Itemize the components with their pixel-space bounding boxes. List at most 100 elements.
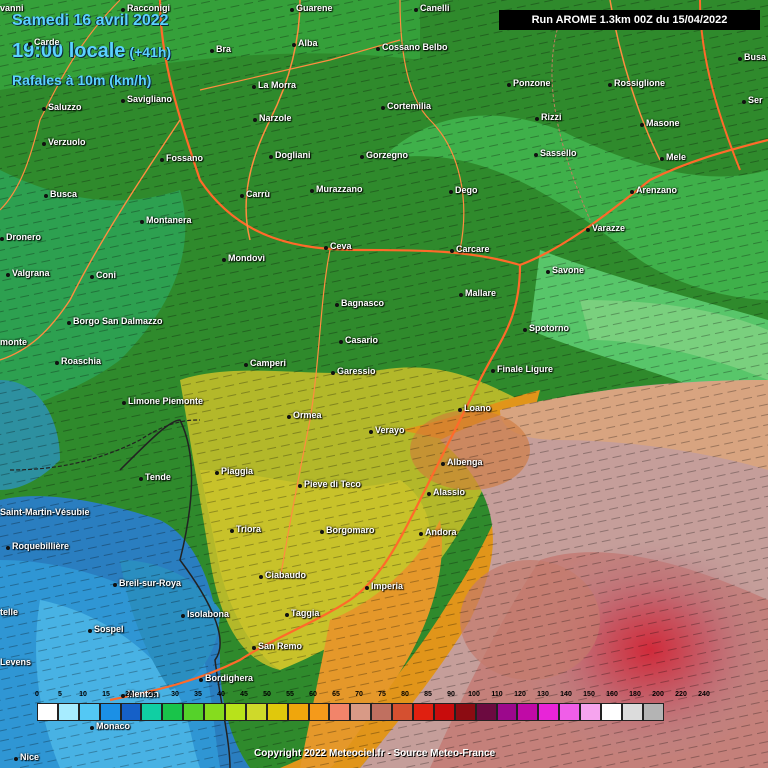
legend-tick-label: 85 bbox=[424, 691, 432, 698]
city-label: Ceva bbox=[330, 241, 352, 251]
city-label: Valgrana bbox=[12, 268, 50, 278]
color-scale-legend bbox=[37, 703, 664, 721]
legend-swatch bbox=[559, 703, 581, 721]
city-label: Pieve di Teco bbox=[304, 479, 361, 489]
legend-tick-label: 180 bbox=[629, 691, 641, 698]
legend-swatch bbox=[57, 703, 79, 721]
legend-swatch bbox=[601, 703, 622, 721]
city-marker bbox=[259, 575, 263, 579]
city-marker bbox=[458, 408, 462, 412]
city-label: Finale Ligure bbox=[497, 364, 554, 374]
city-label: Mondovì bbox=[228, 253, 265, 263]
legend-tick-label: 130 bbox=[537, 691, 549, 698]
legend-swatch bbox=[308, 703, 330, 721]
city-marker bbox=[199, 678, 203, 682]
city-label: Montanera bbox=[146, 215, 192, 225]
city-marker bbox=[181, 614, 185, 618]
legend-swatch bbox=[580, 703, 602, 721]
legend-tick-label: 60 bbox=[309, 691, 317, 698]
city-label: Piaggia bbox=[221, 466, 254, 476]
city-label: Mallare bbox=[465, 288, 497, 298]
city-marker bbox=[122, 401, 126, 405]
legend-swatch bbox=[329, 703, 351, 721]
city-marker bbox=[42, 142, 46, 146]
city-label: Spotorno bbox=[529, 323, 569, 333]
legend-swatch bbox=[204, 703, 226, 721]
city-label: monte bbox=[0, 337, 27, 347]
city-label: Dronero bbox=[6, 232, 42, 242]
city-label: Verzuolo bbox=[48, 137, 86, 147]
legend-swatch bbox=[162, 703, 184, 721]
legend-swatch bbox=[642, 703, 664, 721]
city-label: Varazze bbox=[592, 223, 626, 233]
city-marker bbox=[586, 228, 590, 232]
city-label: Limone Piemonte bbox=[128, 396, 204, 406]
city-marker bbox=[90, 726, 94, 730]
city-marker bbox=[121, 8, 125, 12]
legend-swatch bbox=[538, 703, 560, 721]
city-label: Arenzano bbox=[636, 185, 678, 195]
legend-tick-label: 10 bbox=[79, 691, 87, 698]
city-label: Racconigi bbox=[127, 3, 171, 13]
city-marker bbox=[287, 415, 291, 419]
city-label: Isolabona bbox=[187, 609, 230, 619]
city-label: Garessio bbox=[337, 366, 376, 376]
city-marker bbox=[608, 83, 612, 87]
run-info: Run AROME 1.3km 00Z du 15/04/2022 bbox=[499, 10, 760, 30]
city-marker bbox=[419, 532, 423, 536]
city-marker bbox=[376, 47, 380, 51]
city-marker bbox=[640, 123, 644, 127]
city-marker bbox=[240, 194, 244, 198]
legend-swatch bbox=[621, 703, 643, 721]
city-marker bbox=[90, 275, 94, 279]
legend-swatch bbox=[141, 703, 163, 721]
city-marker bbox=[55, 361, 59, 365]
legend-tick-label: 110 bbox=[491, 691, 503, 698]
city-label: Breil-sur-Roya bbox=[119, 578, 182, 588]
city-marker bbox=[381, 106, 385, 110]
city-marker bbox=[290, 8, 294, 12]
city-marker bbox=[210, 49, 214, 53]
copyright-text: Copyright 2022 Meteociel.fr - Source Met… bbox=[254, 748, 496, 759]
city-label: Sospel bbox=[94, 624, 124, 634]
city-label: Borgo San Dalmazzo bbox=[73, 316, 163, 326]
legend-swatch bbox=[517, 703, 539, 721]
city-label: Masone bbox=[646, 118, 680, 128]
city-marker bbox=[441, 462, 445, 466]
legend-swatch bbox=[496, 703, 518, 721]
legend-tick-label: 40 bbox=[217, 691, 225, 698]
city-marker bbox=[215, 471, 219, 475]
city-label: San Remo bbox=[258, 641, 303, 651]
legend-swatch bbox=[37, 703, 58, 721]
city-marker bbox=[660, 157, 664, 161]
legend-tick-label: 140 bbox=[560, 691, 572, 698]
city-label: Albenga bbox=[447, 457, 483, 467]
city-label: Carde bbox=[34, 37, 60, 47]
city-marker bbox=[42, 107, 46, 111]
legend-swatch bbox=[392, 703, 414, 721]
city-label: Tende bbox=[145, 472, 171, 482]
city-marker bbox=[6, 273, 10, 277]
weather-map: Samedi 16 avril 2022 19:00 locale (+41h) … bbox=[0, 0, 768, 768]
legend-tick-label: 70 bbox=[355, 691, 363, 698]
city-marker bbox=[230, 529, 234, 533]
parameter-label: Rafales à 10m (km/h) bbox=[12, 72, 152, 88]
city-marker bbox=[14, 757, 18, 761]
city-label: La Morra bbox=[258, 80, 297, 90]
legend-tick-label: 50 bbox=[263, 691, 271, 698]
city-marker bbox=[222, 258, 226, 262]
city-marker bbox=[113, 583, 117, 587]
city-label: Ciabaudo bbox=[265, 570, 307, 580]
city-marker bbox=[523, 328, 527, 332]
gust-field-map bbox=[0, 0, 768, 768]
city-label: Nice bbox=[20, 752, 40, 762]
city-marker bbox=[320, 530, 324, 534]
city-marker bbox=[450, 249, 454, 253]
city-marker bbox=[269, 155, 273, 159]
city-marker bbox=[365, 586, 369, 590]
city-marker bbox=[139, 477, 143, 481]
city-label: Busca bbox=[50, 189, 78, 199]
legend-tick-label: 15 bbox=[102, 691, 110, 698]
city-marker bbox=[535, 117, 539, 121]
legend-tick-label: 120 bbox=[514, 691, 526, 698]
